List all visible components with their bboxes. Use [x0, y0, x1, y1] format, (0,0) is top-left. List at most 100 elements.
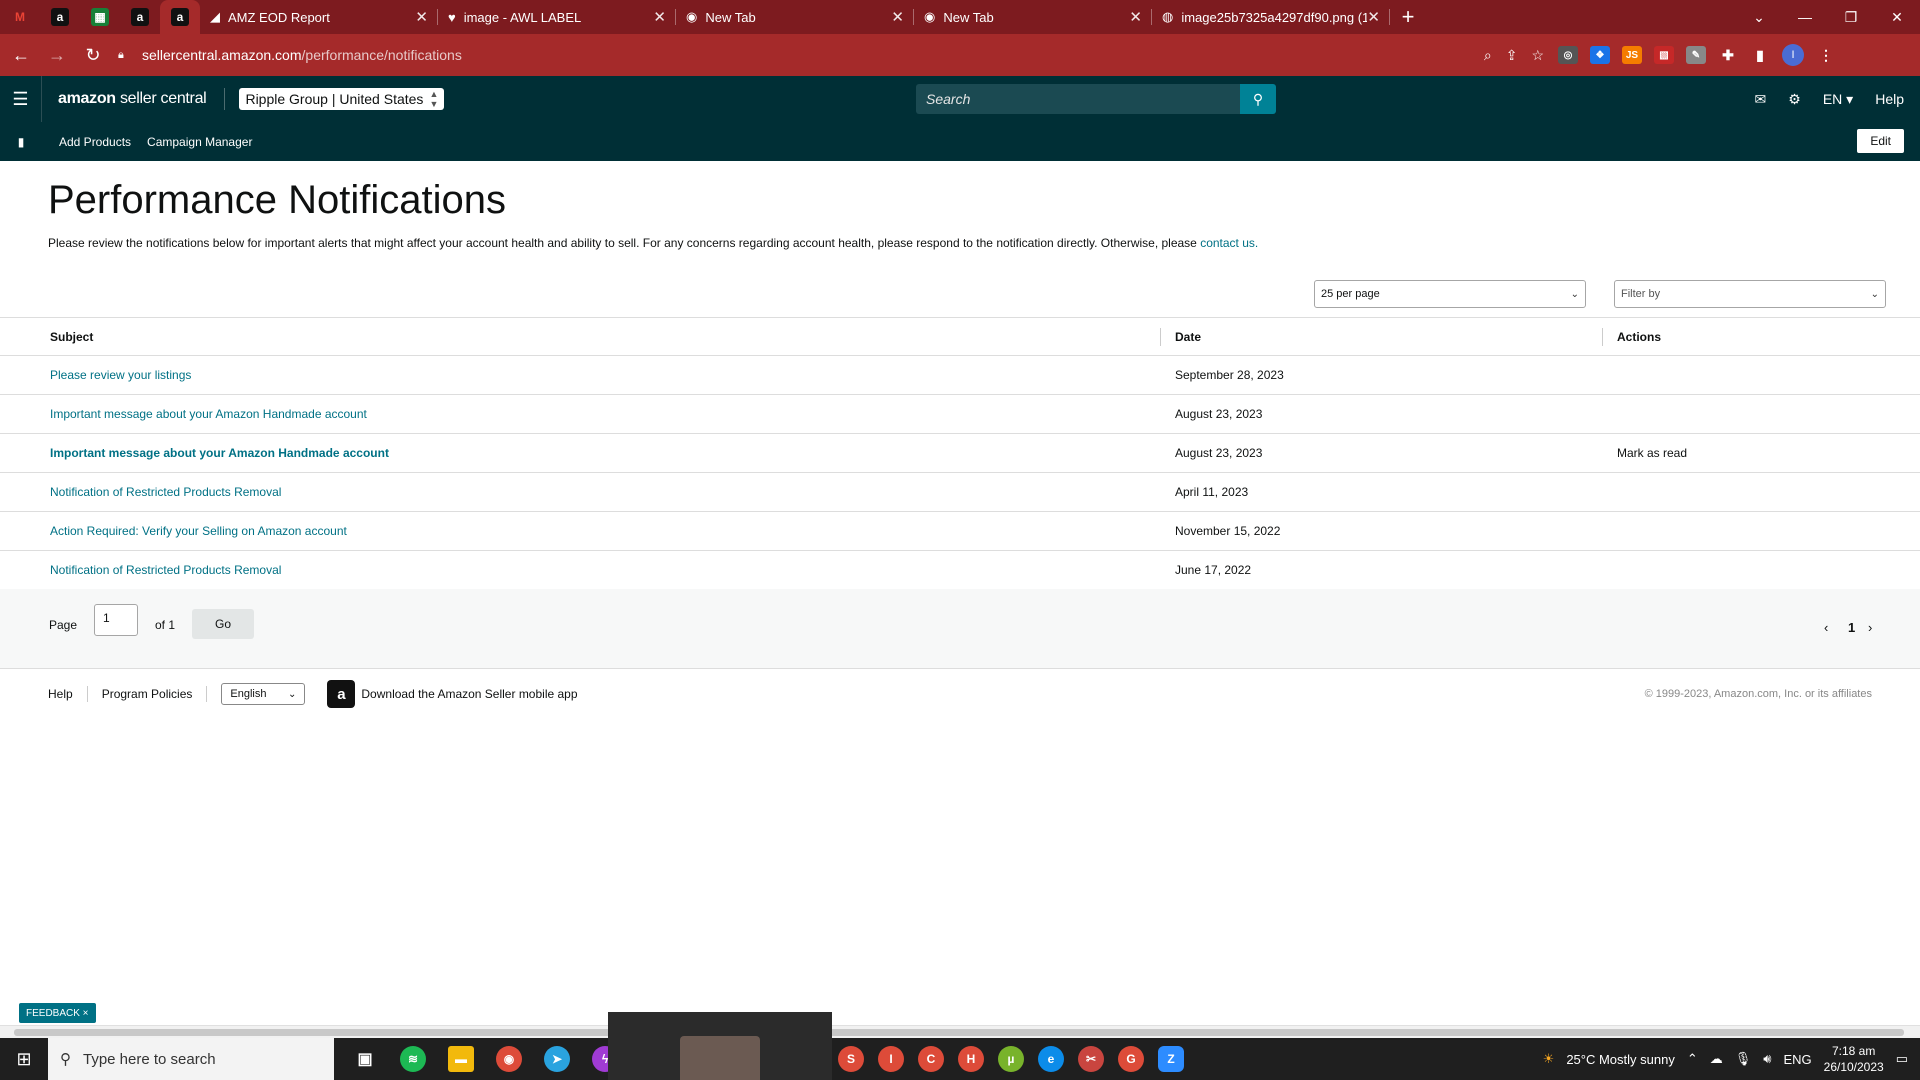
tray-overflow-icon[interactable]: ⌃ [1687, 1051, 1698, 1067]
telegram-icon[interactable]: ➤ [544, 1046, 570, 1072]
utorrent-icon[interactable]: µ [998, 1046, 1024, 1072]
address-bar[interactable]: 🔒︎ sellercentral.amazon.com/performance/… [118, 39, 1558, 71]
current-page-number[interactable]: 1 [1848, 620, 1855, 635]
nav-campaign-manager[interactable]: Campaign Manager [147, 135, 252, 149]
back-icon[interactable]: ← [6, 40, 36, 70]
minimize-button[interactable]: — [1782, 0, 1828, 34]
close-tab-icon[interactable]: ✕ [653, 8, 666, 26]
browser-tab[interactable]: ◉ New Tab ✕ [914, 0, 1152, 34]
search-icon[interactable]: ⚲ [1240, 84, 1276, 114]
language-selector[interactable]: EN ▾ [1823, 91, 1853, 108]
onedrive-icon[interactable]: ☁ [1710, 1051, 1723, 1067]
task-view-icon[interactable]: ▣ [352, 1046, 378, 1072]
hamburger-menu-icon[interactable]: ☰ [0, 76, 42, 122]
mark-as-read-action[interactable]: Mark as read [1617, 446, 1687, 460]
browser-tab[interactable]: ♥ image - AWL LABEL ✕ [438, 0, 676, 34]
nav-add-products[interactable]: Add Products [59, 135, 131, 149]
footer-program-policies-link[interactable]: Program Policies [102, 687, 193, 701]
edge-icon[interactable]: e [1038, 1046, 1064, 1072]
edit-nav-button[interactable]: Edit [1857, 129, 1904, 153]
pinned-tab[interactable]: ▦ [80, 0, 120, 34]
volume-icon[interactable]: 🔊︎ [1763, 1051, 1771, 1067]
header-subject[interactable]: Subject [50, 330, 93, 344]
gear-icon[interactable]: ⚙ [1788, 91, 1801, 108]
close-window-button[interactable]: ✕ [1874, 0, 1920, 34]
per-page-select[interactable]: 25 per page ⌄ [1314, 280, 1586, 308]
keyboard-language[interactable]: ENG [1783, 1052, 1811, 1067]
page-number-input[interactable]: 1 [94, 604, 138, 636]
footer-help-link[interactable]: Help [48, 687, 73, 701]
pinned-tab[interactable]: a [120, 0, 160, 34]
chevron-right-icon[interactable]: › [1868, 620, 1872, 635]
notification-subject-link[interactable]: Important message about your Amazon Hand… [50, 407, 367, 421]
scrollbar-thumb[interactable] [14, 1029, 1904, 1036]
chrome-profile-s-icon[interactable]: S [838, 1046, 864, 1072]
menu-kebab-icon[interactable]: ⋮ [1816, 46, 1836, 64]
close-tab-icon[interactable]: ✕ [415, 8, 428, 26]
clock[interactable]: 7:18 am 26/10/2023 [1824, 1043, 1884, 1075]
chrome-profile-h-icon[interactable]: H [958, 1046, 984, 1072]
amazon-app-icon[interactable]: a [327, 680, 356, 708]
search-input[interactable]: Search [916, 84, 1240, 114]
windows-start-icon[interactable]: ⊞ [0, 1038, 48, 1080]
side-panel-icon[interactable]: ▮ [1750, 46, 1770, 64]
download-app-link[interactable]: Download the Amazon Seller mobile app [361, 687, 577, 701]
extension-off-icon[interactable]: ◎ [1558, 46, 1578, 64]
header-date[interactable]: Date [1175, 330, 1201, 344]
extensions-puzzle-icon[interactable]: ✚ [1718, 46, 1738, 64]
notification-subject-link[interactable]: Important message about your Amazon Hand… [50, 446, 389, 460]
mail-icon[interactable]: ✉ [1755, 91, 1767, 108]
notification-subject-link[interactable]: Please review your listings [50, 368, 191, 382]
notification-subject-link[interactable]: Action Required: Verify your Selling on … [50, 524, 347, 538]
horizontal-scrollbar[interactable] [0, 1025, 1920, 1038]
chrome-profile-c-icon[interactable]: C [918, 1046, 944, 1072]
zoom-app-icon[interactable]: Z [1158, 1046, 1184, 1072]
go-button[interactable]: Go [192, 609, 254, 639]
footer-language-select[interactable]: English ⌄ [221, 683, 306, 705]
lock-icon[interactable]: 🔒︎ [118, 49, 134, 62]
video-thumbnail-preview[interactable] [608, 1012, 832, 1080]
reload-icon[interactable]: ↻ [78, 40, 108, 70]
browser-tab[interactable]: ◍ image25b7325a4297df90.png (1 ✕ [1152, 0, 1390, 34]
feedback-button[interactable]: FEEDBACK × [19, 1003, 96, 1023]
pinned-tab[interactable]: M [0, 0, 40, 34]
close-tab-icon[interactable]: ✕ [891, 8, 904, 26]
notifications-icon[interactable]: ▭ [1896, 1051, 1908, 1067]
file-explorer-icon[interactable]: ▬ [448, 1046, 474, 1072]
pinned-tab[interactable]: a [160, 0, 200, 34]
zoom-icon[interactable]: ⌕ [1484, 47, 1492, 64]
chevron-left-icon[interactable]: ‹ [1824, 620, 1828, 635]
notification-subject-link[interactable]: Notification of Restricted Products Remo… [50, 485, 281, 499]
browser-tab[interactable]: ◢ AMZ EOD Report ✕ [200, 0, 438, 34]
weather-text[interactable]: 25°C Mostly sunny [1566, 1052, 1675, 1067]
new-tab-button[interactable]: + [1390, 0, 1426, 34]
notification-subject-link[interactable]: Notification of Restricted Products Remo… [50, 563, 281, 577]
microphone-icon[interactable]: 🎙︎ [1735, 1051, 1752, 1067]
weather-icon[interactable]: ☀ [1543, 1051, 1555, 1067]
filter-select[interactable]: Filter by ⌄ [1614, 280, 1886, 308]
contact-us-link[interactable]: contact us. [1200, 236, 1258, 250]
extension-js-icon[interactable]: JS [1622, 46, 1642, 64]
help-link[interactable]: Help [1875, 91, 1904, 107]
spotify-icon[interactable]: ≋ [400, 1046, 426, 1072]
close-tab-icon[interactable]: ✕ [1367, 8, 1380, 26]
extension-notes-icon[interactable]: ✎ [1686, 46, 1706, 64]
extension-image-icon[interactable]: ▧ [1654, 46, 1674, 64]
forward-icon[interactable]: → [42, 40, 72, 70]
bookmark-icon[interactable]: ▮ [0, 135, 42, 149]
chrome-icon[interactable]: ◉ [496, 1046, 522, 1072]
taskbar-search[interactable]: ⚲ Type here to search [48, 1038, 334, 1080]
snipping-tool-icon[interactable]: ✂ [1078, 1046, 1104, 1072]
profile-avatar[interactable]: I [1782, 44, 1804, 66]
chrome-profile-i-icon[interactable]: I [878, 1046, 904, 1072]
tab-search-icon[interactable]: ⌄ [1736, 0, 1782, 34]
browser-tab[interactable]: ◉ New Tab ✕ [676, 0, 914, 34]
seller-central-logo[interactable]: amazon seller central [58, 90, 207, 108]
account-switcher[interactable]: Ripple Group | United States ▲ ▼ [239, 88, 445, 110]
bookmark-star-icon[interactable]: ☆ [1531, 47, 1544, 64]
close-tab-icon[interactable]: ✕ [1129, 8, 1142, 26]
restore-button[interactable]: ❐ [1828, 0, 1874, 34]
share-icon[interactable]: ⇪ [1506, 47, 1518, 64]
extension-dropbox-icon[interactable]: ❖ [1590, 46, 1610, 64]
pinned-tab[interactable]: a [40, 0, 80, 34]
